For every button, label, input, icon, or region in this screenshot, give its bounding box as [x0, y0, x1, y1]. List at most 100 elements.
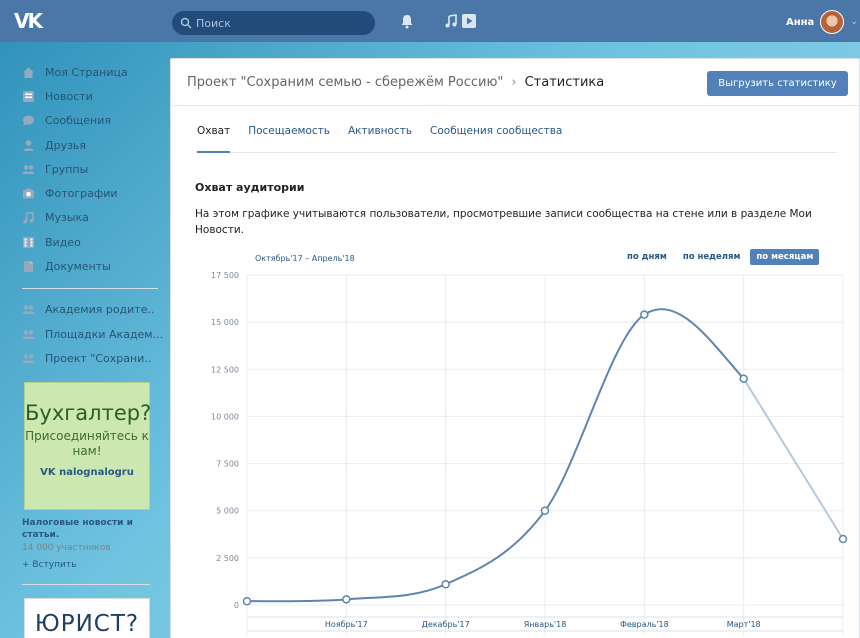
- section-description: На этом графике учитываются пользователи…: [195, 208, 812, 236]
- sidebar-item-label: Фотографии: [45, 187, 118, 201]
- sidebar-item-friends[interactable]: Друзья: [0, 133, 168, 157]
- vk-logo-icon: VK: [40, 467, 60, 478]
- section-title: Охват аудитории: [195, 181, 305, 194]
- search-input[interactable]: [196, 16, 366, 30]
- period-label[interactable]: Октябрь'17 – Апрель'18: [255, 254, 355, 263]
- ad-divider: [22, 584, 150, 585]
- ad-brand: VK nalognalogru: [25, 467, 149, 478]
- sidebar-item-label: Новости: [45, 89, 93, 103]
- page-header: Проект "Сохраним семью - сбережём Россию…: [171, 59, 859, 106]
- document-icon: [24, 261, 33, 273]
- video-icon: [23, 236, 34, 248]
- sidebar-item-label: Площадки Академ...: [45, 327, 164, 341]
- vk-logo[interactable]: VK: [14, 9, 50, 33]
- breadcrumb-parent[interactable]: Проект "Сохраним семью - сбережём Россию…: [187, 75, 503, 90]
- groups-icon: [22, 165, 35, 174]
- y-tick-label: 15 000: [211, 318, 239, 327]
- main-content: Проект "Сохраним семью - сбережём Россию…: [170, 58, 860, 638]
- sidebar-item-label: Академия родите..: [45, 303, 155, 317]
- y-tick-label: 7 500: [216, 460, 239, 469]
- sidebar-group-item[interactable]: Проект "Сохрани..: [0, 346, 168, 370]
- reach-chart: 0 2 500 5 000 7 500 10 000 12 500 15 000 17 500…: [211, 271, 848, 635]
- ad-caption[interactable]: Налоговые новости и статьи.: [22, 517, 162, 541]
- music-note-icon[interactable]: [443, 13, 459, 29]
- by-months-button[interactable]: по месяцам: [750, 249, 820, 265]
- left-sidebar: Моя Страница Новости Сообщения Друзья Гр…: [0, 60, 168, 371]
- by-weeks-button[interactable]: по неделям: [677, 249, 747, 265]
- sidebar-item-label: Музыка: [45, 211, 89, 225]
- x-tick-label: Ноябрь'17: [325, 620, 368, 629]
- series-line-partial: [742, 378, 844, 540]
- bell-icon[interactable]: [399, 13, 415, 29]
- play-icon[interactable]: [461, 13, 477, 29]
- x-tick-label: Январь'18: [524, 620, 567, 629]
- breadcrumb-current: Статистика: [524, 75, 605, 90]
- sidebar-item-documents[interactable]: Документы: [0, 254, 168, 278]
- breadcrumb: Проект "Сохраним семью - сбережём Россию…: [187, 75, 604, 90]
- chevron-down-icon: ⌄: [850, 17, 858, 27]
- export-stats-button[interactable]: Выгрузить статистику: [707, 71, 848, 96]
- y-tick-label: 0: [234, 601, 239, 610]
- ad-join-link[interactable]: + Вступить: [22, 560, 76, 570]
- stats-tabs: Охват Посещаемость Активность Сообщения …: [197, 121, 837, 153]
- sidebar-item-photos[interactable]: Фотографии: [0, 181, 168, 205]
- search-icon: [180, 17, 192, 29]
- data-point: [441, 580, 450, 589]
- sidebar-item-label: Друзья: [45, 138, 87, 152]
- x-tick-label: Март'18: [727, 620, 761, 629]
- home-icon: [23, 67, 34, 78]
- y-tick-label: 17 500: [211, 271, 239, 280]
- y-tick-label: 2 500: [216, 554, 239, 563]
- sidebar-item-video[interactable]: Видео: [0, 230, 168, 254]
- sidebar-item-label: Группы: [45, 162, 89, 176]
- ad-banner-accountant[interactable]: Бухгалтер? Присоединяйтесь к нам! VK nal…: [24, 382, 152, 510]
- tab-activity[interactable]: Активность: [348, 121, 412, 153]
- search-box[interactable]: [172, 11, 375, 35]
- x-tick-label: Декабрь'17: [422, 620, 470, 629]
- ad-banner-lawyer[interactable]: ЮРИСТ?: [24, 598, 150, 638]
- tab-attendance[interactable]: Посещаемость: [248, 121, 330, 153]
- friends-icon: [23, 139, 34, 151]
- sidebar-item-label: Проект "Сохрани..: [45, 351, 152, 365]
- sidebar-item-groups[interactable]: Группы: [0, 157, 168, 181]
- sidebar-item-news[interactable]: Новости: [0, 84, 168, 108]
- sidebar-item-label: Видео: [45, 235, 81, 249]
- groups-icon: [22, 354, 35, 363]
- data-point: [342, 595, 351, 604]
- tab-reach[interactable]: Охват: [197, 121, 231, 153]
- data-point: [838, 534, 848, 544]
- news-icon: [23, 90, 34, 102]
- messages-icon: [23, 115, 34, 127]
- period-toggle: по дням по неделям по месяцам: [621, 249, 820, 265]
- top-bar: VK Анна ⌄: [0, 0, 860, 42]
- sidebar-item-music[interactable]: Музыка: [0, 206, 168, 230]
- x-tick-label: Февраль'18: [620, 620, 669, 629]
- user-name: Анна: [786, 16, 815, 28]
- y-tick-label: 10 000: [211, 412, 239, 421]
- ad-brand-name: nalognalogru: [59, 467, 134, 478]
- by-days-button[interactable]: по дням: [621, 249, 673, 265]
- data-point: [640, 310, 649, 319]
- camera-icon: [23, 188, 34, 199]
- groups-icon: [22, 329, 35, 339]
- sidebar-divider: [22, 287, 158, 289]
- sidebar-group-item[interactable]: Площадки Академ...: [0, 322, 168, 346]
- ad-title: ЮРИСТ?: [34, 611, 140, 637]
- data-point: [540, 506, 550, 515]
- groups-icon: [22, 305, 35, 315]
- y-tick-label: 5 000: [216, 507, 239, 516]
- sidebar-item-messages[interactable]: Сообщения: [0, 109, 168, 133]
- music-icon: [23, 212, 34, 225]
- sidebar-group-item[interactable]: Академия родите..: [0, 298, 168, 322]
- ad-members: 14 000 участников: [22, 543, 111, 553]
- user-menu[interactable]: Анна ⌄: [786, 10, 858, 34]
- ad-title: Бухгалтер?: [25, 401, 152, 425]
- sidebar-item-label: Моя Страница: [45, 65, 128, 79]
- y-tick-label: 12 500: [211, 365, 239, 374]
- sidebar-item-label: Документы: [45, 260, 111, 274]
- chevron-right-icon: ›: [511, 75, 517, 90]
- ad-subtitle: Присоединяйтесь к нам!: [25, 429, 149, 458]
- sidebar-item-my-page[interactable]: Моя Страница: [0, 60, 168, 84]
- tab-community-messages[interactable]: Сообщения сообщества: [430, 121, 562, 153]
- data-point: [242, 596, 252, 606]
